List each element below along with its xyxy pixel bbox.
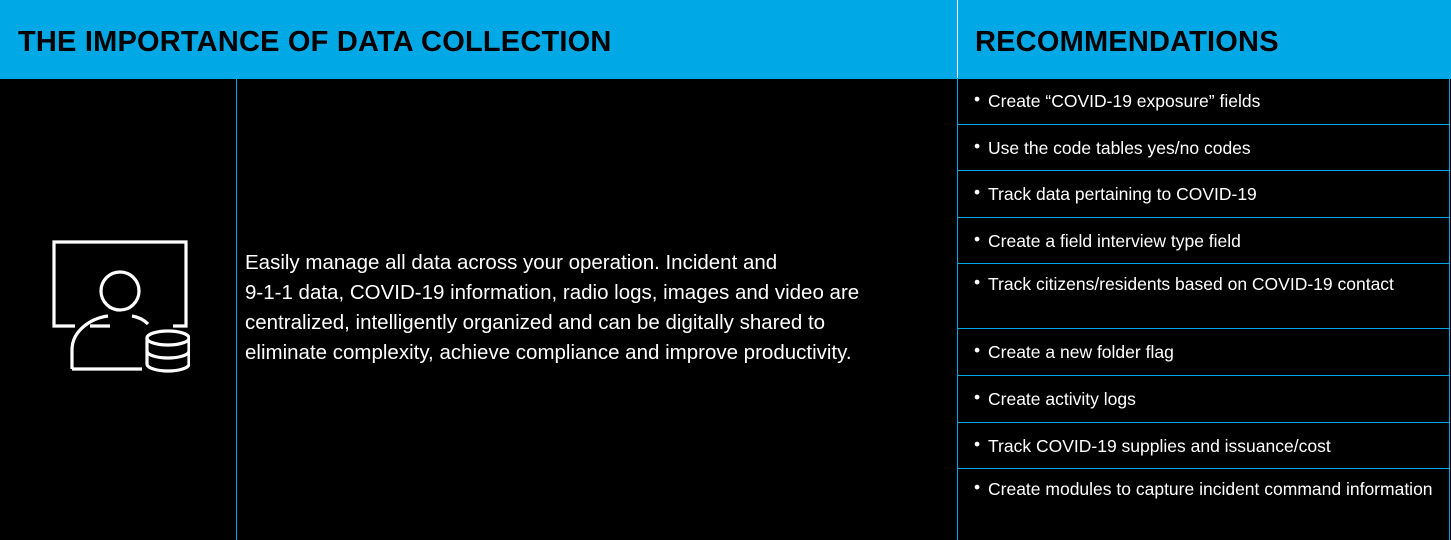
column-divider — [236, 78, 237, 540]
column-divider — [1449, 78, 1450, 540]
description-line: Easily manage all data across your opera… — [245, 251, 778, 274]
list-item: • Track data pertaining to COVID-19 — [958, 171, 1449, 218]
list-item: • Track citizens/residents based on COVID… — [958, 264, 1449, 330]
user-database-icon — [50, 238, 191, 373]
importance-heading: THE IMPORTANCE OF DATA COLLECTION — [18, 26, 612, 58]
table-header: THE IMPORTANCE OF DATA COLLECTION RECOMM… — [0, 0, 1451, 79]
list-item: • Create activity logs — [958, 376, 1449, 423]
list-item: • Create a new folder flag — [958, 329, 1449, 376]
table-body: Easily manage all data across your opera… — [0, 78, 1451, 540]
description-line: eliminate complexity, achieve compliance… — [245, 341, 852, 364]
list-item: • Use the code tables yes/no codes — [958, 125, 1449, 172]
header-divider — [957, 0, 958, 78]
recommendations-heading: RECOMMENDATIONS — [975, 26, 1279, 58]
list-item: • Create modules to capture incident comm… — [974, 477, 1433, 500]
list-item: • Create a field interview type field — [958, 218, 1449, 265]
description-line: centralized, intelligently organized and… — [245, 311, 826, 334]
description-line: 9-1-1 data, COVID-19 information, radio … — [245, 281, 860, 304]
data-collection-description: Easily manage all data across your opera… — [245, 248, 945, 368]
list-item: • Track COVID-19 supplies and issuance/co… — [958, 423, 1449, 470]
list-item: • Create “COVID-19 exposure” fields — [958, 78, 1449, 125]
recommendations-list: • Create “COVID-19 exposure” fields • Use … — [958, 78, 1449, 534]
